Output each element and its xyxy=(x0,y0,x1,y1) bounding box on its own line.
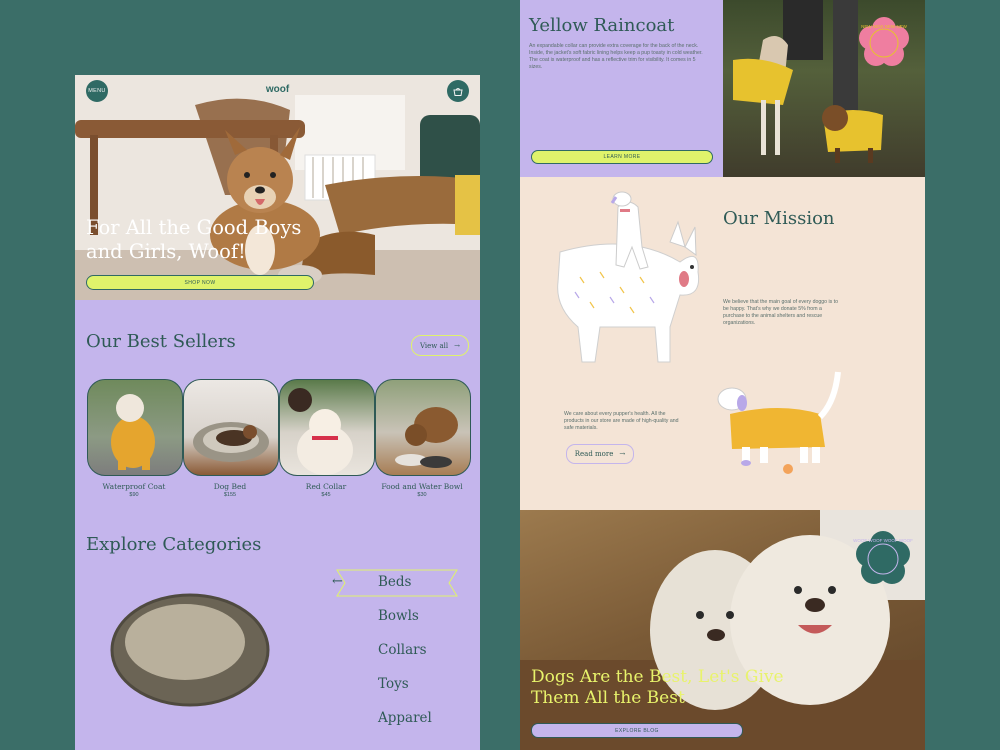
hero-photo xyxy=(75,75,480,300)
view-all-button[interactable]: View all → xyxy=(411,335,469,356)
explore-blog-button[interactable]: EXPLORE BLOG xyxy=(531,723,743,738)
home-page-panel: MENU woof For All the Good Boys and Girl… xyxy=(75,75,480,750)
new-badge: NEW NEW NEW NEW xyxy=(859,17,909,66)
product-price: $155 xyxy=(223,492,237,498)
product-name: Food and Water Bowl xyxy=(381,482,463,491)
shop-now-button[interactable]: SHOP NOW xyxy=(86,275,314,290)
bag-icon xyxy=(453,87,463,96)
product-name: Dog Bed xyxy=(213,482,247,491)
product-name: Red Collar xyxy=(305,482,347,491)
arrow-right-icon: → xyxy=(619,450,626,458)
mission-section: Our Mission We believe that the main goa… xyxy=(520,177,925,510)
product-image xyxy=(288,388,353,475)
product-detail-panel: Yellow Raincoat An expandable collar can… xyxy=(520,0,925,177)
read-more-button[interactable]: Read more → xyxy=(566,444,634,464)
category-bowls[interactable]: Bowls xyxy=(378,608,419,624)
product-image xyxy=(111,394,155,470)
product-card-red-collar[interactable] xyxy=(279,379,375,476)
view-all-label: View all xyxy=(419,341,449,350)
arrow-right-icon: → xyxy=(454,341,461,350)
woof-badge: WOOF WOOF WOOF WOOF xyxy=(853,531,913,584)
product-card-dog-bed[interactable] xyxy=(183,379,279,476)
product-image xyxy=(395,407,458,468)
product-list: Waterproof Coat $90 Dog Bed $155 Red Col… xyxy=(87,379,471,499)
product-card-waterproof-coat[interactable] xyxy=(87,379,183,476)
hero-section: MENU woof For All the Good Boys and Girl… xyxy=(75,75,480,300)
product-name: Waterproof Coat xyxy=(102,482,166,491)
hero-title: For All the Good Boys and Girls, Woof! xyxy=(86,216,302,263)
blog-title: Dogs Are the Best, Let's Give Them All t… xyxy=(531,667,784,708)
product-description: An expandable collar can provide extra c… xyxy=(529,43,703,70)
mission-title: Our Mission xyxy=(723,208,835,229)
learn-more-label: LEARN MORE xyxy=(603,154,641,160)
learn-more-button[interactable]: LEARN MORE xyxy=(531,150,713,164)
explore-blog-label: EXPLORE BLOG xyxy=(615,727,659,734)
product-price: $90 xyxy=(129,492,139,498)
product-image xyxy=(193,422,269,462)
product-card-food-and-water-bowl[interactable] xyxy=(375,379,471,476)
category-image-bed xyxy=(110,593,270,707)
mission-paragraph: We believe that the main goal of every d… xyxy=(723,299,838,326)
category-collars[interactable]: Collars xyxy=(378,642,427,658)
product-price: $30 xyxy=(417,492,427,498)
bag-button[interactable] xyxy=(447,80,469,102)
new-badge-label: NEW NEW NEW NEW xyxy=(861,24,907,29)
woof-badge-label: WOOF WOOF WOOF WOOF xyxy=(853,538,913,543)
category-apparel[interactable]: Apparel xyxy=(378,710,432,726)
product-price: $45 xyxy=(321,492,331,498)
explore-categories-title: Explore Categories xyxy=(86,534,262,555)
shop-now-label: SHOP NOW xyxy=(184,279,216,286)
read-more-label: Read more xyxy=(574,450,614,458)
category-beds[interactable]: Beds xyxy=(378,574,411,590)
blog-banner: WOOF WOOF WOOF WOOF Dogs Are the Best, L… xyxy=(520,510,925,750)
best-sellers-title: Our Best Sellers xyxy=(86,331,236,352)
logo[interactable]: woof xyxy=(75,84,480,95)
arrow-left-icon: ← xyxy=(332,574,343,589)
product-title: Yellow Raincoat xyxy=(529,15,675,36)
mission-paragraph-2: We care about every pupper's health. All… xyxy=(564,411,679,431)
category-toys[interactable]: Toys xyxy=(378,676,409,692)
